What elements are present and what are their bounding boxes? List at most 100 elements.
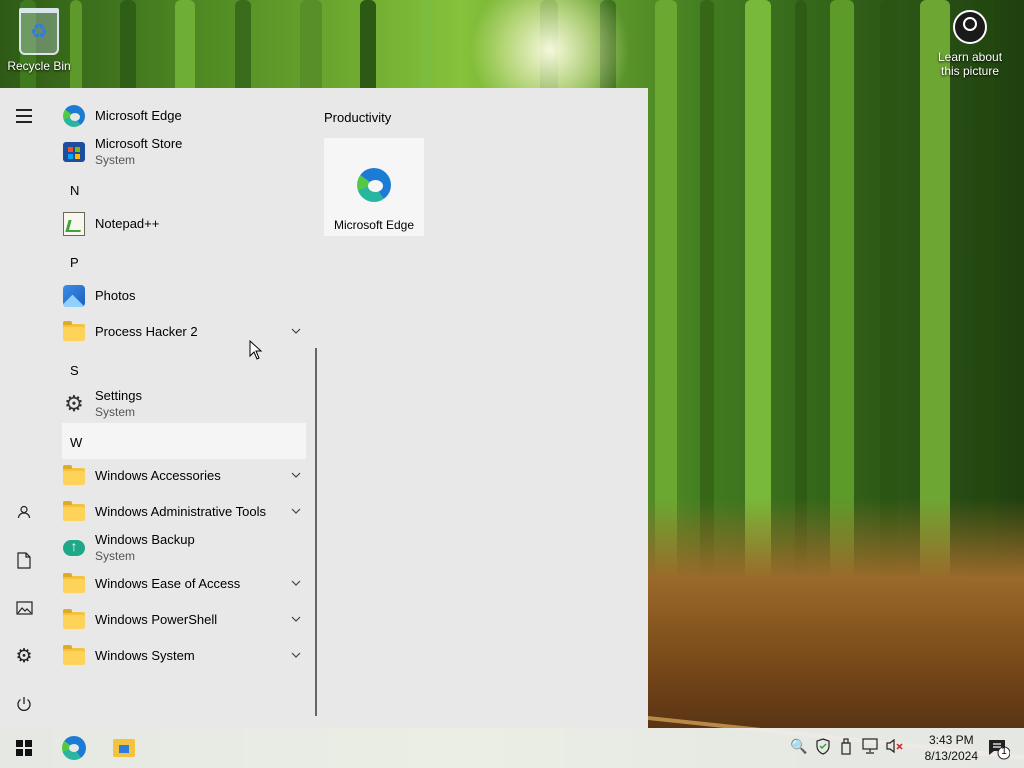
mouse-cursor-icon bbox=[249, 340, 263, 360]
power-icon bbox=[17, 697, 31, 711]
folder-windows-administrative-tools[interactable]: Windows Administrative Tools bbox=[62, 494, 306, 530]
app-subtitle: System bbox=[95, 549, 136, 563]
tile-label: Microsoft Edge bbox=[333, 218, 415, 232]
folder-icon bbox=[63, 500, 85, 521]
letter-header-n[interactable]: N bbox=[70, 183, 79, 198]
learn-about-picture-desktop-icon[interactable]: Learn about this picture bbox=[930, 10, 1010, 78]
clock-time: 3:43 PM bbox=[928, 733, 974, 747]
app-list-scrollbar[interactable] bbox=[315, 348, 317, 716]
app-list: Microsoft Edge Microsoft Store System N N… bbox=[48, 88, 316, 728]
recycle-bin-label: Recycle Bin bbox=[7, 59, 71, 73]
app-microsoft-store[interactable]: Microsoft Store System bbox=[62, 134, 306, 170]
app-name: Microsoft Edge bbox=[95, 108, 182, 123]
recycle-bin-icon bbox=[19, 8, 59, 55]
security-tray-icon[interactable] bbox=[815, 738, 831, 758]
app-name: Windows Backup bbox=[95, 532, 195, 547]
hamburger-menu-button[interactable] bbox=[12, 104, 36, 128]
network-tray-icon[interactable] bbox=[862, 738, 880, 757]
photos-icon bbox=[63, 285, 85, 307]
cloud-upload-icon bbox=[63, 538, 85, 556]
folder-icon bbox=[63, 572, 85, 593]
chevron-down-icon bbox=[291, 652, 301, 658]
network-icon bbox=[862, 738, 878, 754]
app-name: Windows Ease of Access bbox=[95, 576, 241, 591]
pictures-button[interactable] bbox=[12, 596, 36, 620]
file-explorer-icon bbox=[113, 739, 135, 757]
tile-microsoft-edge[interactable]: Microsoft Edge bbox=[324, 138, 424, 236]
gear-icon: ⚙ bbox=[15, 645, 33, 667]
folder-icon bbox=[63, 464, 85, 485]
power-button[interactable] bbox=[12, 692, 36, 716]
hamburger-line bbox=[16, 115, 32, 117]
app-photos[interactable]: Photos bbox=[62, 278, 306, 314]
chevron-down-icon bbox=[291, 472, 301, 478]
usb-drive-icon bbox=[841, 738, 851, 755]
app-name: Process Hacker 2 bbox=[95, 324, 198, 339]
learn-about-line2: this picture bbox=[940, 64, 1000, 78]
user-icon bbox=[17, 505, 31, 519]
app-notepad-plus-plus[interactable]: Notepad++ bbox=[62, 206, 306, 242]
folder-icon bbox=[63, 644, 85, 665]
app-name: Windows Accessories bbox=[95, 468, 221, 483]
app-name: Photos bbox=[95, 288, 136, 303]
start-menu: ⚙ Microsoft Edge Microsoft Store System N… bbox=[0, 88, 648, 728]
folder-windows-accessories[interactable]: Windows Accessories bbox=[62, 458, 306, 494]
settings-rail-button[interactable]: ⚙ bbox=[12, 644, 36, 668]
documents-button[interactable] bbox=[12, 548, 36, 572]
folder-windows-system[interactable]: Windows System bbox=[62, 638, 306, 674]
taskbar: 🔍 3:43 PM 8/13/2024 1 bbox=[0, 728, 1024, 768]
chevron-down-icon bbox=[291, 328, 301, 334]
app-microsoft-edge[interactable]: Microsoft Edge bbox=[62, 98, 306, 134]
action-center-button[interactable]: 1 bbox=[986, 736, 1011, 760]
windows-logo-icon bbox=[16, 740, 32, 756]
folder-process-hacker-2[interactable]: Process Hacker 2 bbox=[62, 314, 306, 350]
app-subtitle: System bbox=[95, 153, 136, 167]
app-name: Windows PowerShell bbox=[95, 612, 218, 627]
letter-header-w[interactable]: W bbox=[70, 435, 82, 450]
document-icon bbox=[17, 551, 31, 569]
folder-windows-powershell[interactable]: Windows PowerShell bbox=[62, 602, 306, 638]
app-windows-backup[interactable]: Windows Backup System bbox=[62, 530, 306, 566]
gear-icon: ⚙ bbox=[64, 391, 84, 416]
folder-icon bbox=[63, 320, 85, 341]
user-account-button[interactable] bbox=[12, 500, 36, 524]
tile-group-title[interactable]: Productivity bbox=[324, 110, 391, 125]
camera-info-icon bbox=[953, 10, 987, 44]
chevron-down-icon bbox=[291, 616, 301, 622]
recycle-bin-desktop-icon[interactable]: Recycle Bin bbox=[4, 8, 74, 73]
pictures-icon bbox=[15, 601, 33, 615]
letter-header-p[interactable]: P bbox=[70, 255, 79, 270]
chevron-down-icon bbox=[291, 580, 301, 586]
app-subtitle: System bbox=[95, 405, 136, 419]
hover-highlight bbox=[62, 423, 306, 459]
start-button[interactable] bbox=[12, 736, 36, 760]
usb-tray-icon[interactable] bbox=[840, 738, 852, 758]
clock-date: 8/13/2024 bbox=[924, 749, 978, 763]
edge-icon bbox=[62, 736, 86, 760]
learn-about-line1: Learn about bbox=[937, 50, 1003, 64]
notepad-icon bbox=[63, 212, 85, 236]
notification-count: 1 bbox=[1001, 746, 1007, 757]
app-name: Notepad++ bbox=[95, 216, 160, 231]
hamburger-line bbox=[16, 121, 32, 123]
store-icon bbox=[63, 142, 85, 162]
app-name: Windows Administrative Tools bbox=[95, 504, 266, 519]
folder-icon bbox=[63, 608, 85, 629]
edge-icon bbox=[63, 105, 85, 127]
start-menu-rail: ⚙ bbox=[0, 88, 48, 728]
hamburger-line bbox=[16, 109, 32, 111]
shield-icon bbox=[816, 738, 830, 755]
taskbar-edge-button[interactable] bbox=[62, 736, 86, 760]
process-hacker-tray-icon[interactable]: 🔍 bbox=[790, 738, 807, 755]
volume-tray-icon[interactable] bbox=[886, 738, 904, 757]
chevron-down-icon bbox=[291, 508, 301, 514]
edge-icon bbox=[357, 168, 391, 202]
app-name: Microsoft Store bbox=[95, 136, 183, 151]
volume-muted-icon bbox=[886, 738, 903, 754]
taskbar-file-explorer-button[interactable] bbox=[112, 736, 136, 760]
letter-header-s[interactable]: S bbox=[70, 363, 79, 378]
app-name: Settings bbox=[95, 388, 142, 403]
taskbar-clock[interactable]: 3:43 PM 8/13/2024 bbox=[925, 732, 978, 764]
app-settings[interactable]: ⚙ Settings System bbox=[62, 386, 306, 422]
folder-windows-ease-of-access[interactable]: Windows Ease of Access bbox=[62, 566, 306, 602]
